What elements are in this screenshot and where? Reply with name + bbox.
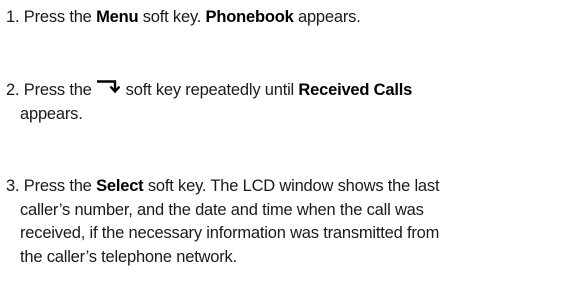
step-number: 1. (6, 8, 20, 26)
down-right-arrow-icon (96, 77, 121, 101)
step-text: soft key. (142, 8, 202, 26)
menu-key-name: Menu (96, 8, 139, 26)
step-text: appears. (297, 8, 361, 26)
step-text-line: received, if the necessary information w… (20, 224, 440, 242)
received-calls-result: Received Calls (298, 81, 413, 100)
select-key-name: Select (96, 177, 144, 195)
step-text: soft key. The LCD window shows the last (147, 177, 440, 195)
step-text: Press the (23, 8, 92, 26)
step-number: 2. (6, 81, 20, 100)
phonebook-result: Phonebook (205, 8, 294, 26)
step-2: 2. Press the soft key repeatedly until Re… (6, 79, 578, 126)
step-text: Press the (23, 81, 92, 100)
step-text-line: the caller’s telephone network. (20, 247, 237, 266)
step-3: 3. Press the Select soft key. The LCD wi… (6, 175, 578, 269)
step-text: appears. (20, 104, 83, 123)
step-1: 1. Press the Menu soft key. Phonebook ap… (6, 6, 578, 30)
step-number: 3. (6, 177, 20, 195)
step-text-line: caller’s number, and the date and time w… (20, 200, 424, 219)
step-text: soft key repeatedly until (125, 81, 295, 100)
step-text: Press the (23, 177, 92, 195)
